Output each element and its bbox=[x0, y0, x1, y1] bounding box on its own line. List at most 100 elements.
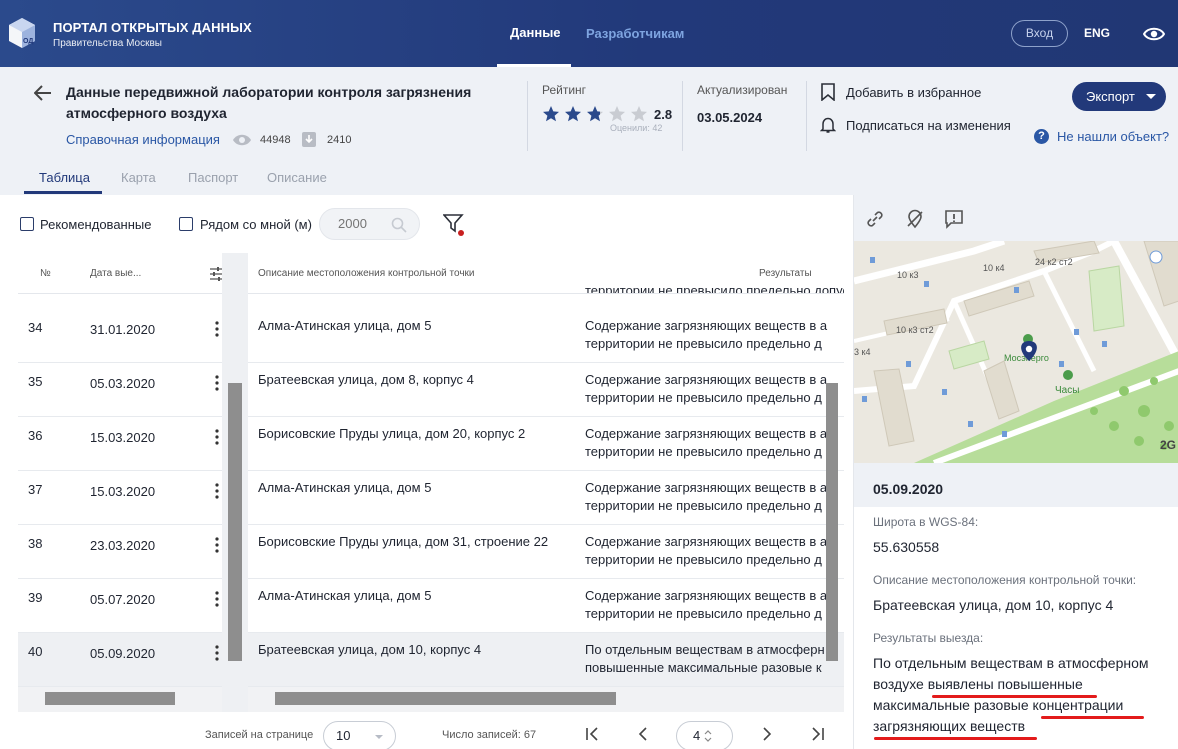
vertical-scrollbar[interactable] bbox=[228, 383, 242, 661]
next-page-icon[interactable] bbox=[757, 725, 775, 743]
first-page-icon[interactable] bbox=[584, 725, 602, 743]
divider bbox=[682, 81, 683, 151]
row-date: 23.03.2020 bbox=[90, 538, 156, 553]
horizontal-scrollbar[interactable] bbox=[275, 692, 616, 705]
recommended-checkbox[interactable] bbox=[20, 217, 34, 231]
accessibility-eye-icon[interactable] bbox=[1143, 24, 1165, 44]
tab-description[interactable]: Описание bbox=[267, 170, 327, 185]
search-icon[interactable] bbox=[391, 217, 407, 233]
not-found-label: Не нашли объект? bbox=[1057, 129, 1170, 144]
portal-logo-icon[interactable]: ОД bbox=[7, 16, 37, 50]
location-map[interactable]: 10 к3 10 к4 24 к2 ст2 10 к3 ст2 3 к4 Мос… bbox=[854, 241, 1178, 463]
row-result: По отдельным веществам в атмосферн bbox=[585, 642, 825, 657]
annotation-underline bbox=[1041, 716, 1144, 719]
vertical-scrollbar[interactable] bbox=[826, 383, 838, 661]
table-row[interactable]: 36 15.03.2020 bbox=[18, 417, 222, 471]
tab-table[interactable]: Таблица bbox=[39, 170, 90, 185]
star-icon[interactable] bbox=[542, 105, 560, 123]
tab-map[interactable]: Карта bbox=[121, 170, 156, 185]
divider bbox=[527, 81, 528, 151]
row-menu-icon[interactable] bbox=[215, 321, 219, 337]
reference-info-link[interactable]: Справочная информация bbox=[66, 132, 220, 147]
row-date: 15.03.2020 bbox=[90, 430, 156, 445]
distance-input[interactable] bbox=[338, 216, 388, 231]
table-row[interactable]: 35 05.03.2020 bbox=[18, 363, 222, 417]
annotation-underline bbox=[932, 695, 1097, 698]
row-menu-icon[interactable] bbox=[215, 429, 219, 445]
bookmark-icon bbox=[821, 83, 835, 101]
add-favorite-button[interactable]: Добавить в избранное bbox=[820, 83, 981, 101]
per-page-label: Записей на странице bbox=[205, 729, 314, 741]
table-row[interactable]: Братеевская улица, дом 8, корпус 4 Содерж… bbox=[248, 363, 844, 417]
link-icon[interactable] bbox=[865, 209, 885, 229]
horizontal-scrollbar[interactable] bbox=[45, 692, 175, 705]
row-number: 37 bbox=[28, 482, 43, 497]
table-row[interactable]: 40 05.09.2020 bbox=[18, 633, 222, 687]
column-settings-icon[interactable] bbox=[210, 267, 222, 281]
row-menu-icon[interactable] bbox=[215, 375, 219, 391]
table-row[interactable]: 39 05.07.2020 bbox=[18, 579, 222, 633]
location-label: Описание местоположения контрольной точк… bbox=[873, 573, 1137, 587]
location-value: Братеевская улица, дом 10, корпус 4 bbox=[873, 597, 1114, 613]
column-header-number[interactable]: № bbox=[40, 268, 51, 279]
page-number-input[interactable]: 4 bbox=[676, 721, 733, 749]
export-button[interactable]: Экспорт bbox=[1072, 82, 1166, 111]
page-spinner-icon[interactable] bbox=[704, 728, 712, 744]
row-menu-icon[interactable] bbox=[215, 483, 219, 499]
nav-data[interactable]: Данные bbox=[510, 25, 561, 40]
row-result: Содержание загрязняющих веществ в а bbox=[585, 318, 828, 333]
results-label: Результаты выезда: bbox=[873, 631, 984, 645]
table-row[interactable]: Алма-Атинская улица, дом 5 Содержание заг… bbox=[248, 579, 844, 633]
table-row[interactable]: 38 23.03.2020 bbox=[18, 525, 222, 579]
row-result-line2: территории не превысило предельно д bbox=[585, 336, 822, 351]
report-issue-icon[interactable] bbox=[944, 209, 964, 229]
add-favorite-label: Добавить в избранное bbox=[846, 84, 982, 100]
nav-developers[interactable]: Разработчикам bbox=[586, 26, 684, 41]
portal-title[interactable]: ПОРТАЛ ОТКРЫТЫХ ДАННЫХ bbox=[53, 20, 252, 35]
prev-page-icon[interactable] bbox=[635, 725, 653, 743]
poi-icon bbox=[1063, 370, 1073, 380]
row-menu-icon[interactable] bbox=[215, 591, 219, 607]
column-header-date[interactable]: Дата вые... bbox=[90, 268, 141, 279]
star-icon[interactable] bbox=[564, 105, 582, 123]
distance-input-wrap bbox=[319, 208, 420, 240]
map-label: 3 к4 bbox=[854, 347, 870, 357]
column-header-location[interactable]: Описание местоположения контрольной точк… bbox=[258, 268, 475, 279]
per-page-value: 10 bbox=[336, 728, 351, 743]
filter-icon[interactable] bbox=[443, 213, 465, 237]
table-row[interactable]: 34 31.01.2020 bbox=[18, 309, 222, 363]
table-row[interactable]: Алма-Атинская улица, дом 5 Содержание заг… bbox=[248, 309, 844, 363]
star-icon[interactable] bbox=[630, 105, 648, 123]
row-result: Содержание загрязняющих веществ в а bbox=[585, 480, 828, 495]
table-row[interactable]: Братеевская улица, дом 10, корпус 4 По от… bbox=[248, 633, 844, 687]
row-result-line2: территории не превысило предельно д bbox=[585, 390, 822, 405]
record-details-panel: 10 к3 10 к4 24 к2 ст2 10 к3 ст2 3 к4 Мос… bbox=[853, 195, 1178, 749]
subscribe-button[interactable]: Подписаться на изменения bbox=[820, 116, 1011, 134]
back-arrow-icon[interactable] bbox=[34, 85, 52, 101]
map-canvas[interactable]: 10 к3 10 к4 24 к2 ст2 10 к3 ст2 3 к4 Мос… bbox=[854, 241, 1178, 463]
rating-value: 2.8 bbox=[654, 107, 673, 122]
column-header-results[interactable]: Результаты bbox=[759, 268, 812, 279]
star-icon[interactable] bbox=[608, 105, 626, 123]
tab-passport[interactable]: Паспорт bbox=[188, 170, 238, 185]
annotation-underline bbox=[874, 737, 1037, 740]
location-off-icon[interactable] bbox=[905, 209, 925, 229]
table-row[interactable]: Борисовские Пруды улица, дом 31, строени… bbox=[248, 525, 844, 579]
row-location: Алма-Атинская улица, дом 5 bbox=[258, 480, 432, 495]
table-row[interactable]: 37 15.03.2020 bbox=[18, 471, 222, 525]
row-menu-icon[interactable] bbox=[215, 645, 219, 661]
nearby-checkbox[interactable] bbox=[179, 217, 193, 231]
chevron-down-icon bbox=[1146, 94, 1156, 99]
not-found-link[interactable]: ? Не нашли объект? bbox=[1034, 129, 1169, 144]
per-page-select[interactable]: 10 bbox=[323, 721, 396, 749]
rating-stars[interactable] bbox=[542, 105, 652, 123]
row-menu-icon[interactable] bbox=[215, 537, 219, 553]
language-switch[interactable]: ENG bbox=[1084, 26, 1110, 40]
login-button[interactable]: Вход bbox=[1011, 20, 1068, 47]
row-result-line2: территории не превысило предельно д bbox=[585, 444, 822, 459]
table-row[interactable]: Алма-Атинская улица, дом 5 Содержание заг… bbox=[248, 471, 844, 525]
star-icon[interactable] bbox=[586, 105, 604, 123]
table-row[interactable]: Борисовские Пруды улица, дом 20, корпус … bbox=[248, 417, 844, 471]
row-number: 34 bbox=[28, 320, 43, 335]
last-page-icon[interactable] bbox=[808, 725, 826, 743]
